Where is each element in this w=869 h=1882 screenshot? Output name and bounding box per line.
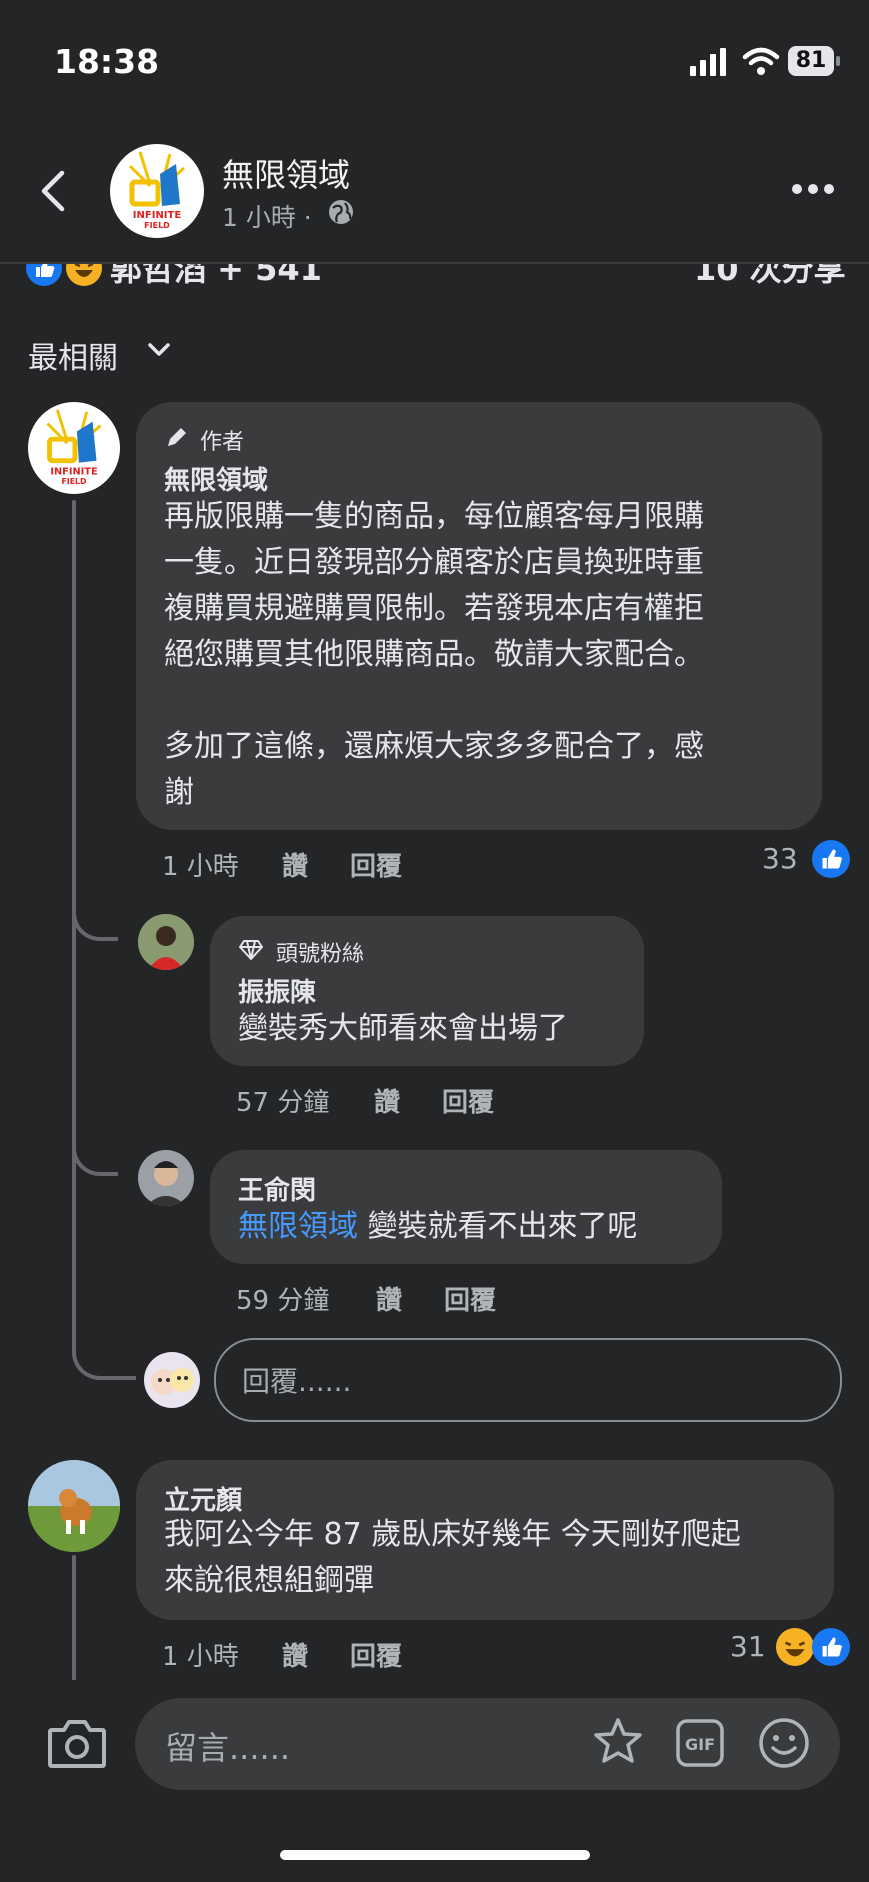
camera-icon[interactable] — [46, 1716, 108, 1770]
svg-text:FIELD: FIELD — [144, 221, 170, 230]
comment-author[interactable]: 王俞閔 — [238, 1170, 316, 1207]
home-indicator — [280, 1850, 590, 1860]
comment-time: 59 分鐘 — [236, 1286, 330, 1316]
reply-button[interactable]: 回覆 — [444, 1280, 496, 1317]
status-time: 18:38 — [54, 42, 160, 81]
reply-placeholder: 回覆...... — [242, 1365, 352, 1398]
page-name[interactable]: 無限領域 — [222, 150, 350, 196]
reply-button[interactable]: 回覆 — [350, 846, 402, 883]
like-icon — [812, 840, 850, 878]
chevron-down-icon[interactable] — [146, 340, 172, 360]
comment-placeholder: 留言...... — [165, 1729, 291, 1767]
reaction-count[interactable]: 31 — [730, 1630, 766, 1663]
comment-author[interactable]: 無限領域 — [164, 460, 268, 497]
avatar[interactable] — [138, 1150, 194, 1206]
comment-line: 複購買規避購買限制。若發現本店有權拒 — [164, 591, 704, 626]
haha-icon — [776, 1628, 814, 1666]
svg-text:FIELD: FIELD — [61, 477, 87, 486]
gif-icon[interactable]: GIF — [675, 1718, 725, 1768]
comment-line: 多加了這條，還麻煩大家多多配合了，感 — [164, 729, 704, 764]
like-button[interactable]: 讚 — [282, 846, 308, 883]
comment-text-body: 變裝就看不出來了呢 — [358, 1209, 638, 1244]
comment-line: 來說很想組鋼彈 — [164, 1563, 374, 1598]
post-header: INFINITE FIELD 無限領域 1 小時 · — [0, 120, 869, 264]
current-user-avatar[interactable] — [144, 1352, 200, 1408]
comment-bubble[interactable]: 立元顏 我阿公今年 87 歲臥床好幾年 今天剛好爬起 來說很想組鋼彈 — [136, 1460, 834, 1620]
comment-line: 一隻。近日發現部分顧客於店員換班時重 — [164, 545, 704, 580]
svg-text:GIF: GIF — [685, 1735, 715, 1754]
comment-line: 謝 — [164, 775, 194, 810]
reply-button[interactable]: 回覆 — [350, 1636, 402, 1673]
comment-author[interactable]: 振振陳 — [238, 972, 316, 1009]
comment-text: 無限領域 變裝就看不出來了呢 — [238, 1204, 638, 1250]
signal-icon — [690, 48, 726, 76]
comment-line: 我阿公今年 87 歲臥床好幾年 今天剛好爬起 — [164, 1517, 741, 1552]
globe-icon — [329, 200, 353, 224]
author-badge: 作者 — [200, 430, 245, 455]
avatar[interactable] — [138, 914, 194, 970]
comment-text: 再版限購一隻的商品，每位顧客每月限購 一隻。近日發現部分顧客於店員換班時重 複購… — [164, 494, 804, 816]
back-icon[interactable] — [36, 167, 72, 215]
diamond-icon — [239, 940, 263, 960]
thread-branch — [72, 1338, 136, 1380]
comment-input[interactable]: 留言...... GIF — [135, 1698, 840, 1790]
battery-tip — [836, 56, 840, 66]
like-icon — [812, 1628, 850, 1666]
like-button[interactable]: 讚 — [282, 1636, 308, 1673]
comment-text: 我阿公今年 87 歲臥床好幾年 今天剛好爬起 來說很想組鋼彈 — [164, 1512, 824, 1604]
like-button[interactable]: 讚 — [374, 1082, 400, 1119]
comment-text: 變裝秀大師看來會出場了 — [238, 1011, 568, 1046]
comment-bubble[interactable]: 頭號粉絲 振振陳 變裝秀大師看來會出場了 — [210, 916, 644, 1066]
battery-level: 81 — [788, 46, 834, 76]
sticker-icon[interactable] — [590, 1714, 646, 1770]
status-bar: 18:38 81 — [0, 0, 869, 120]
reply-button[interactable]: 回覆 — [442, 1082, 494, 1119]
more-icon[interactable] — [790, 182, 836, 196]
emoji-icon[interactable] — [757, 1716, 811, 1770]
wifi-icon — [742, 47, 780, 75]
svg-text:INFINITE: INFINITE — [133, 210, 182, 221]
comment-bubble[interactable]: 作者 無限領域 再版限購一隻的商品，每位顧客每月限購 一隻。近日發現部分顧客於店… — [136, 402, 822, 830]
thread-branch — [72, 1130, 118, 1176]
avatar[interactable]: INFINITE FIELD — [28, 402, 120, 494]
avatar[interactable] — [28, 1460, 120, 1552]
like-button[interactable]: 讚 — [376, 1280, 402, 1317]
pen-icon — [168, 428, 186, 446]
comment-time: 1 小時 — [162, 1642, 239, 1672]
reaction-count[interactable]: 33 — [762, 842, 798, 875]
reply-input[interactable]: 回覆...... — [214, 1338, 842, 1422]
top-fan-badge: 頭號粉絲 — [276, 942, 365, 967]
post-time: 1 小時 · — [222, 203, 312, 232]
comment-time: 57 分鐘 — [236, 1088, 330, 1118]
thread-line — [72, 1555, 76, 1685]
comment-line: 絕您購買其他限購商品。敬請大家配合。 — [164, 637, 704, 672]
comment-line: 再版限購一隻的商品，每位顧客每月限購 — [164, 499, 704, 534]
thread-branch — [72, 895, 118, 941]
page-avatar[interactable]: INFINITE FIELD — [110, 144, 204, 238]
mention-link[interactable]: 無限領域 — [238, 1209, 358, 1244]
comment-bubble[interactable]: 王俞閔 無限領域 變裝就看不出來了呢 — [210, 1150, 722, 1264]
comment-line — [164, 678, 804, 724]
comment-composer: 留言...... GIF — [0, 1680, 869, 1882]
sort-selector[interactable]: 最相關 — [28, 333, 118, 377]
svg-text:INFINITE: INFINITE — [50, 466, 97, 477]
battery-indicator: 81 — [788, 46, 840, 78]
comment-time: 1 小時 — [162, 852, 239, 882]
